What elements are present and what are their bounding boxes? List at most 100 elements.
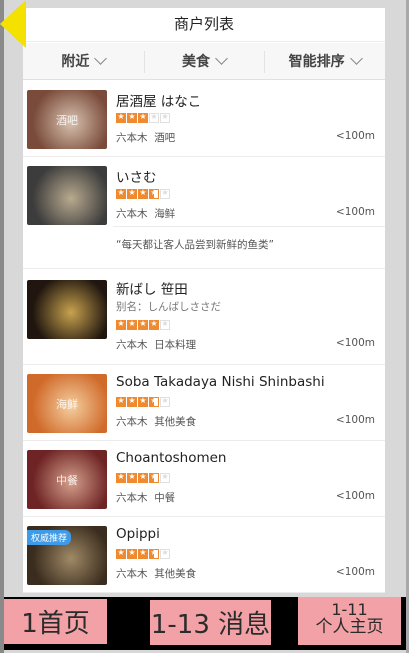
rating-stars: [116, 396, 171, 407]
merchant-alias: 别名：しんばしささだ: [116, 301, 221, 313]
back-button[interactable]: [0, 0, 50, 48]
star-icon: [160, 319, 170, 330]
merchant-distance: <100m: [335, 206, 375, 218]
merchant-meta: 六本木 日本料理: [116, 337, 196, 352]
star-icon: [149, 188, 159, 199]
merchant-item[interactable]: 海鲜 Soba Takadaya Nishi Shinbashi 六本木 其他美食 <…: [23, 365, 385, 441]
star-icon: [138, 472, 148, 483]
merchant-meta: 六本木 海鲜: [116, 206, 175, 221]
merchant-photo: 权威推荐: [27, 526, 107, 585]
app-screen: 商户列表 附近 美食 智能排序 酒吧居酒屋 はなこ六本木 酒吧<100mいさむ六…: [23, 8, 385, 593]
star-icon: [138, 548, 148, 559]
photo-category-overlay: 海鲜: [56, 398, 78, 411]
merchant-item[interactable]: 新ばし 笹田别名：しんばしささだ六本木 日本料理 <100m: [23, 269, 385, 365]
tab-profile-count: 1-11: [331, 599, 368, 619]
rating-stars: [116, 472, 171, 483]
star-icon: [160, 396, 170, 407]
star-icon: [127, 319, 137, 330]
star-icon: [160, 472, 170, 483]
back-arrow-icon: [0, 0, 26, 48]
chevron-down-icon: [215, 51, 228, 65]
filter-sort-label: 智能排序: [288, 54, 345, 70]
star-icon: [149, 548, 159, 559]
filter-cuisine[interactable]: 美食: [143, 43, 265, 79]
merchant-meta: 六本木 其他美食: [116, 414, 196, 429]
star-icon: [127, 396, 137, 407]
merchant-meta: 六本木 其他美食: [116, 566, 196, 581]
star-icon: [138, 396, 148, 407]
merchant-category: 其他美食: [154, 416, 197, 428]
merchant-meta: 六本木 中餐: [116, 490, 175, 505]
merchant-distance: <100m: [335, 130, 375, 142]
merchant-area: 六本木: [116, 339, 148, 351]
merchant-name: Opippi: [116, 526, 160, 542]
star-icon: [127, 548, 137, 559]
merchant-distance: <100m: [335, 337, 375, 349]
page-title: 商户列表: [173, 15, 234, 33]
merchant-meta: 六本木 酒吧: [116, 130, 175, 145]
merchant-item[interactable]: 中餐 Choantoshomen 六本木 中餐 <100m: [23, 441, 385, 517]
filter-nearby[interactable]: 附近: [23, 43, 144, 79]
star-icon: [138, 319, 148, 330]
photo-category-overlay: 酒吧: [56, 114, 78, 127]
filter-sort[interactable]: 智能排序: [264, 43, 385, 79]
rating-stars: [116, 112, 171, 123]
merchant-category: 其他美食: [154, 568, 197, 580]
star-icon: [127, 472, 137, 483]
merchant-distance: <100m: [335, 490, 375, 502]
filter-cuisine-label: 美食: [182, 54, 210, 70]
star-icon: [127, 188, 137, 199]
tab-profile[interactable]: 1-11 个人主页: [298, 597, 401, 645]
star-icon: [116, 188, 126, 199]
star-icon: [138, 112, 148, 123]
merchant-area: 六本木: [116, 416, 148, 428]
filter-bar: 附近 美食 智能排序: [23, 43, 385, 80]
filter-nearby-label: 附近: [61, 54, 90, 70]
star-icon: [149, 396, 159, 407]
divider: [113, 226, 385, 227]
merchant-quote: “每天都让客人品尝到新鲜的鱼类”: [116, 239, 274, 251]
merchant-list: 酒吧居酒屋 はなこ六本木 酒吧<100mいさむ六本木 海鲜<100m“每天都让客…: [23, 81, 385, 593]
merchant-item[interactable]: 酒吧 居酒屋 はなこ六本木 酒吧 <100m: [23, 81, 385, 157]
star-icon: [116, 548, 126, 559]
merchant-category: 日本料理: [154, 339, 197, 351]
title-bar: 商户列表: [23, 8, 385, 42]
merchant-name: 居酒屋 はなこ: [116, 94, 202, 110]
star-icon: [160, 548, 170, 559]
merchant-photo: 酒吧: [27, 90, 107, 149]
tab-profile-label: 个人主页: [315, 617, 384, 638]
star-icon: [138, 188, 148, 199]
star-icon: [149, 319, 159, 330]
recommend-badge: 权威推荐: [27, 530, 72, 545]
star-icon: [116, 472, 126, 483]
merchant-name: いさむ: [116, 170, 157, 186]
merchant-item[interactable]: いさむ六本木 海鲜 <100m “每天都让客人品尝到新鲜的鱼类”: [23, 157, 385, 269]
star-icon: [116, 319, 126, 330]
rating-stars: [116, 548, 171, 559]
star-icon: [149, 472, 159, 483]
merchant-photo: 海鲜: [27, 374, 107, 433]
star-icon: [160, 188, 170, 199]
tab-messages-label: 1-13 消息: [150, 610, 271, 640]
merchant-photo: [27, 166, 107, 225]
merchant-category: 中餐: [154, 492, 176, 504]
merchant-area: 六本木: [116, 568, 148, 580]
merchant-photo: [27, 280, 107, 339]
merchant-distance: <100m: [335, 414, 375, 426]
photo-category-overlay: 中餐: [56, 474, 78, 487]
merchant-category: 酒吧: [154, 132, 176, 144]
merchant-name: 新ばし 笹田: [116, 282, 188, 298]
star-icon: [116, 396, 126, 407]
merchant-area: 六本木: [116, 492, 148, 504]
chevron-down-icon: [349, 51, 363, 65]
merchant-distance: <100m: [335, 566, 375, 578]
star-icon: [160, 112, 170, 123]
tab-home[interactable]: 1首页: [4, 599, 107, 644]
tab-messages[interactable]: 1-13 消息: [150, 600, 271, 645]
merchant-item[interactable]: 权威推荐 Opippi 六本木 其他美食 <100m: [23, 517, 385, 593]
merchant-photo: 中餐: [27, 450, 107, 509]
tab-home-label: 1首页: [21, 609, 90, 639]
tab-bar: 1首页 1-13 消息 1-11 个人主页: [4, 597, 406, 650]
star-icon: [149, 112, 159, 123]
star-icon: [116, 112, 126, 123]
